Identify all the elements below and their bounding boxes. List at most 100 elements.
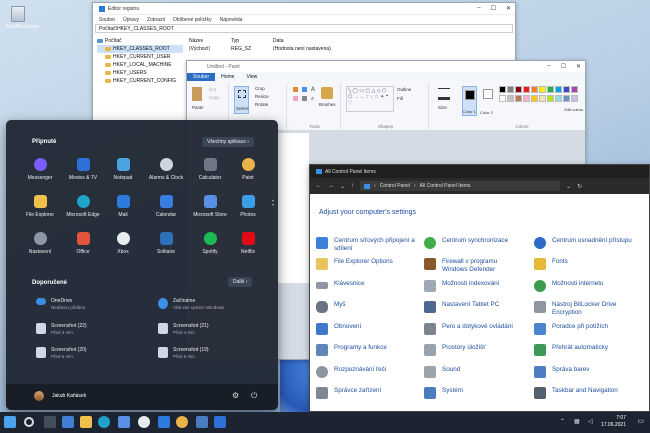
recommended-item-onedrive[interactable]: OneDrive Nedávno přidáno: [36, 298, 85, 310]
cp-item-keyboard[interactable]: Klávesnice: [316, 280, 416, 289]
pinned-app-office[interactable]: Office: [63, 232, 103, 255]
minimize-icon[interactable]: –: [547, 63, 550, 70]
color-swatch[interactable]: [571, 86, 578, 93]
pinned-app-calendar[interactable]: Calendar: [146, 195, 186, 218]
cp-item-internet-options[interactable]: Možnosti internetu: [534, 280, 646, 292]
cp-item-firewall[interactable]: Firewall v programu Windows Defender: [424, 258, 524, 274]
color-picker-icon[interactable]: [302, 96, 307, 101]
color-swatch[interactable]: [539, 95, 546, 102]
color-swatch[interactable]: [499, 95, 506, 102]
power-icon[interactable]: ⏻: [251, 391, 257, 401]
tree-item[interactable]: Počítač: [97, 37, 183, 45]
pinned-app-solitaire[interactable]: Solitaire: [146, 232, 186, 255]
fill-icon[interactable]: [302, 87, 307, 92]
tree-item[interactable]: HKEY_LOCAL_MACHINE: [97, 61, 183, 69]
color-swatch[interactable]: [555, 86, 562, 93]
avatar[interactable]: [34, 391, 44, 401]
widgets-icon[interactable]: [62, 416, 74, 428]
pinned-app-spotify[interactable]: Spotify: [190, 232, 230, 255]
cp-item-indexing[interactable]: Možnosti indexování: [424, 280, 524, 292]
pinned-app-store[interactable]: Microsoft Store: [190, 195, 230, 218]
pinned-app-photos[interactable]: Photos: [228, 195, 268, 218]
control-panel-icon[interactable]: [196, 416, 208, 428]
pinned-app-calculator[interactable]: Calculator: [190, 158, 230, 181]
text-icon[interactable]: A: [311, 87, 315, 93]
more-button[interactable]: Další ›: [228, 277, 253, 287]
task-view-icon[interactable]: [44, 416, 56, 428]
size-button[interactable]: Size: [438, 105, 447, 110]
network-icon[interactable]: ▦: [574, 418, 580, 425]
paint-icon[interactable]: [176, 416, 188, 428]
pinned-app-notepad[interactable]: Notepad: [103, 158, 143, 181]
magnifier-icon[interactable]: ⌕: [311, 96, 314, 103]
cut-button[interactable]: Cut: [209, 87, 216, 92]
cp-item-recovery[interactable]: Obnovení: [316, 323, 416, 335]
pinned-app-file-explorer[interactable]: File Explorer: [20, 195, 60, 218]
pinned-app-xbox[interactable]: Xbox: [103, 232, 143, 255]
shapes-gallery[interactable]: ╲ ◯ ▭ ▢ △ ◇ ⬠ ⬡ → ← ↑ ↓ ☆ ✦ ❝ ♡: [346, 86, 394, 112]
recommended-item-file[interactable]: Screenshot (21) Před 4 min: [158, 323, 209, 335]
cp-item-device-manager[interactable]: Správce zařízení: [316, 387, 416, 399]
breadcrumb-item[interactable]: All Control Panel Items: [420, 183, 471, 189]
forward-arrow-icon[interactable]: →: [328, 183, 334, 189]
recent-chevron-icon[interactable]: ⌄: [340, 183, 345, 190]
cp-item-storage-spaces[interactable]: Prostory úložišť: [424, 344, 524, 356]
tree-item[interactable]: HKEY_CLASSES_ROOT: [97, 45, 183, 53]
color-swatch[interactable]: [531, 95, 538, 102]
cp-item-speech[interactable]: Rozpoznávání řeči: [316, 366, 416, 378]
crop-button[interactable]: Crop: [255, 86, 265, 91]
back-arrow-icon[interactable]: ←: [316, 183, 322, 189]
color-swatch[interactable]: [515, 95, 522, 102]
cp-item-sync[interactable]: Centrum synchronizace: [424, 237, 524, 249]
copy-button[interactable]: Copy: [209, 95, 220, 100]
eraser-icon[interactable]: [293, 96, 298, 101]
all-apps-button[interactable]: Všechny aplikace ›: [202, 137, 254, 147]
pinned-app-settings[interactable]: Nastavení: [20, 232, 60, 255]
file-explorer-icon[interactable]: [80, 416, 92, 428]
tree-item[interactable]: HKEY_USERS: [97, 69, 183, 77]
gear-icon[interactable]: ⚙: [232, 391, 239, 400]
dropdown-chevron-icon[interactable]: ⌄: [566, 183, 571, 190]
cp-item-ease-of-access[interactable]: Centrum usnadnění přístupu: [534, 237, 646, 249]
color-swatch[interactable]: [531, 86, 538, 93]
cp-item-programs[interactable]: Programy a funkce: [316, 344, 416, 356]
maximize-icon[interactable]: ☐: [491, 5, 496, 12]
user-name[interactable]: Jakub Kaňásek: [52, 393, 86, 399]
cp-item-mouse[interactable]: Myš: [316, 301, 416, 313]
color-swatch[interactable]: [507, 86, 514, 93]
up-arrow-icon[interactable]: ↑: [351, 183, 354, 189]
tree-item[interactable]: HKEY_CURRENT_USER: [97, 53, 183, 61]
desktop-icon-recycle-bin[interactable]: Koš/Recyklace: [6, 6, 39, 30]
pinned-app-netflix[interactable]: Netflix: [228, 232, 268, 255]
menu-edit[interactable]: Úpravy: [123, 17, 139, 23]
color-swatch[interactable]: [539, 86, 546, 93]
color2-button[interactable]: Color 2: [480, 86, 495, 116]
edit-colors-button[interactable]: Edit colors: [564, 107, 583, 112]
tab-view[interactable]: View: [240, 73, 263, 81]
color-swatch[interactable]: [523, 86, 530, 93]
brushes-icon[interactable]: [321, 87, 333, 99]
recommended-item-file[interactable]: Screenshot (20) Před 5 min: [36, 347, 87, 359]
pinned-app-alarms[interactable]: Alarms & Clock: [146, 158, 186, 181]
breadcrumb-item[interactable]: Control Panel: [380, 183, 410, 189]
table-row[interactable]: (Výchozí) REG_SZ (Hodnota není nastavena…: [189, 45, 363, 53]
menu-favorites[interactable]: Oblíbené položky: [173, 17, 212, 23]
color1-button[interactable]: Color 1: [462, 86, 477, 116]
rotate-button[interactable]: Rotate: [255, 102, 268, 107]
maximize-icon[interactable]: ☐: [561, 63, 566, 70]
notification-icon[interactable]: ▭: [637, 417, 644, 425]
color-swatch[interactable]: [547, 86, 554, 93]
close-icon[interactable]: ✕: [576, 63, 581, 70]
color-swatch[interactable]: [515, 86, 522, 93]
taskbar-clock[interactable]: 7:07 17.06.2021: [601, 415, 626, 429]
color-swatch[interactable]: [547, 95, 554, 102]
color-swatch[interactable]: [499, 86, 506, 93]
tray-chevron-icon[interactable]: ⌃: [560, 418, 565, 425]
brushes-button[interactable]: Brushes: [319, 102, 336, 107]
fill-button[interactable]: Fill: [397, 96, 403, 101]
pinned-app-movies[interactable]: Movies & TV: [63, 158, 103, 181]
address-bar[interactable]: › Control Panel › All Control Panel Item…: [360, 181, 561, 191]
paste-button[interactable]: Paste: [192, 105, 204, 110]
close-icon[interactable]: ✕: [506, 5, 511, 12]
color-swatch[interactable]: [563, 95, 570, 102]
